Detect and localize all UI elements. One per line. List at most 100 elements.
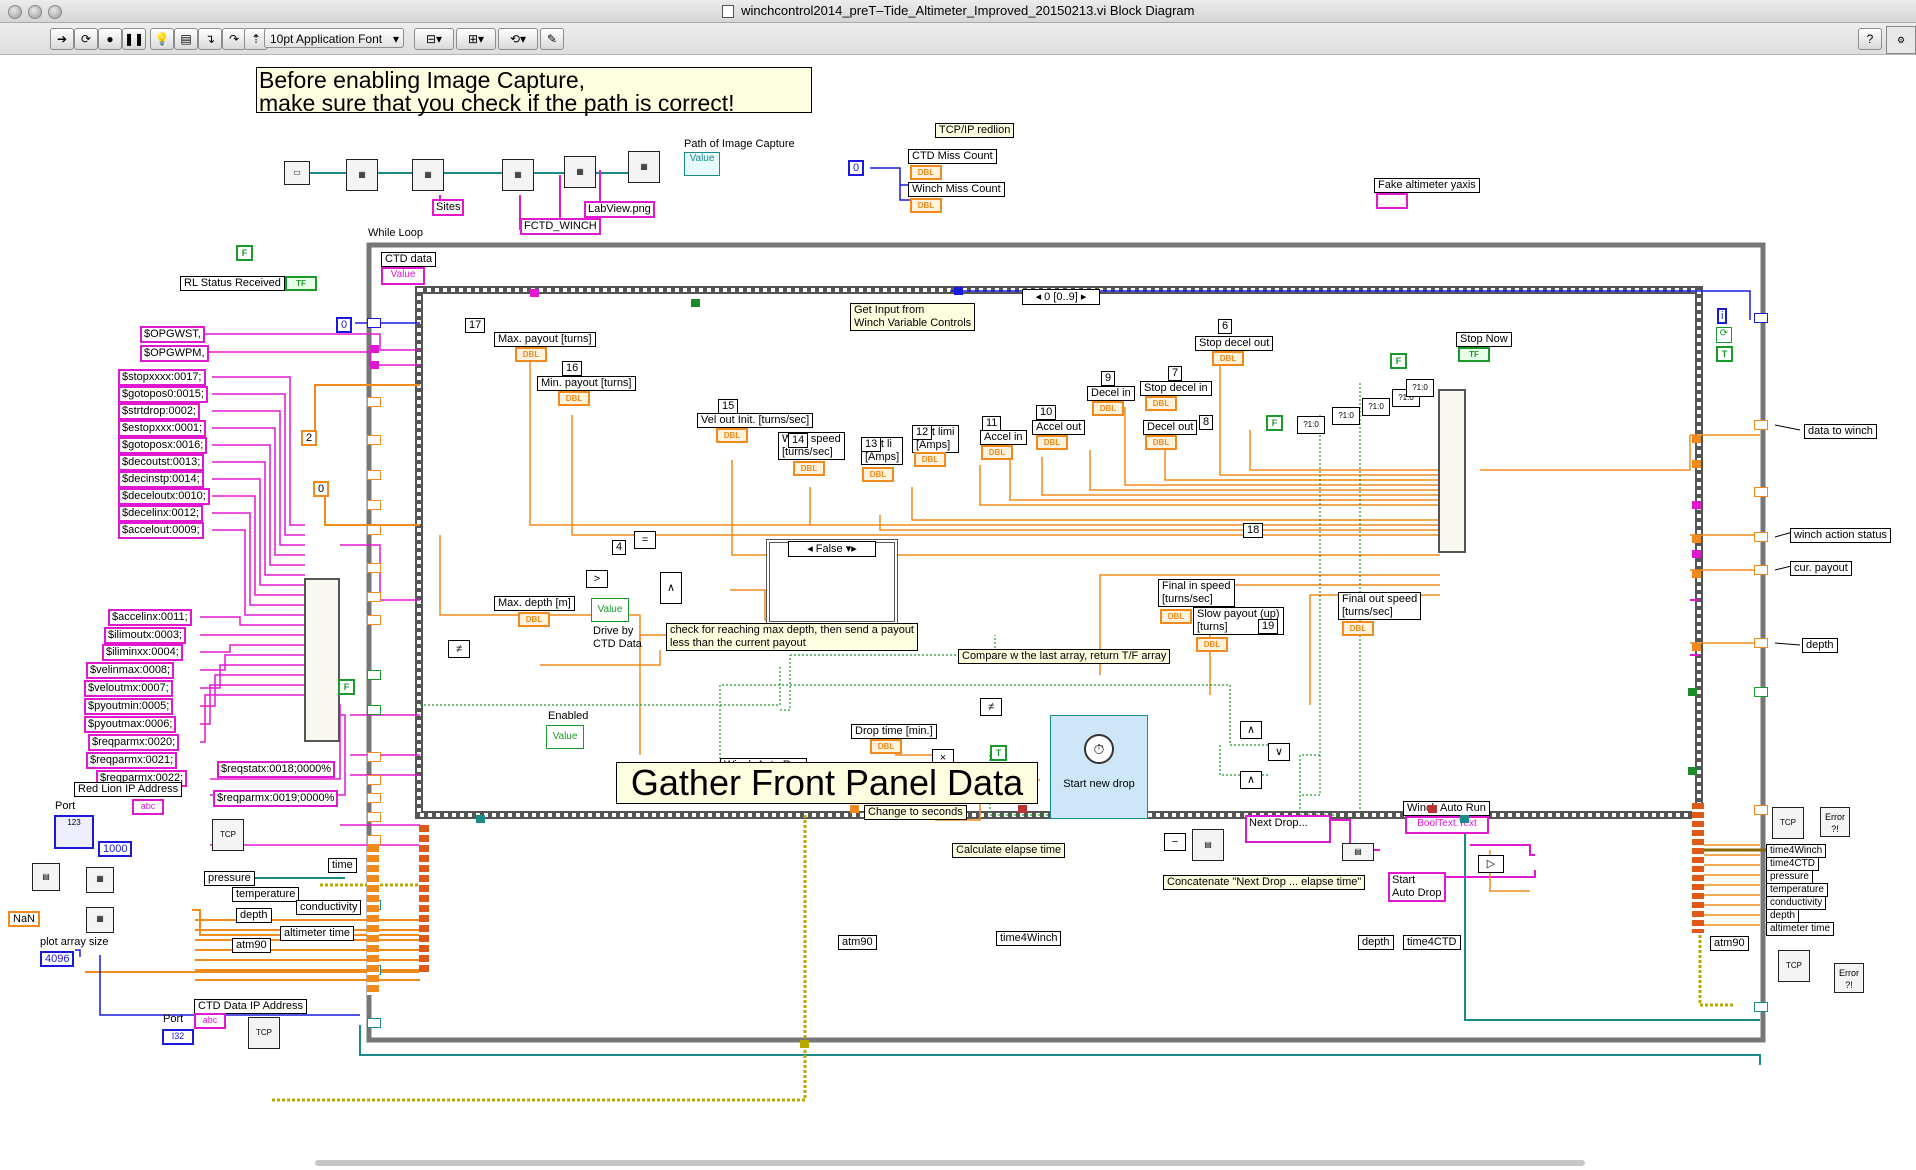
bool-to-01-node[interactable]: ?1:0	[1406, 379, 1434, 397]
cmd-reqparm19[interactable]: $reqparmx:0019;0000%	[213, 790, 339, 807]
shift-register[interactable]	[367, 525, 381, 535]
shift-register[interactable]	[367, 1018, 381, 1028]
right-shift-register[interactable]	[1754, 687, 1768, 697]
cmd-string[interactable]: $iliminxx:0004;	[102, 644, 183, 661]
initialize-array-node[interactable]: ▦	[86, 907, 114, 933]
cmd-string[interactable]: $reqparmx:0020;	[88, 734, 180, 751]
cmd-string[interactable]: $pyoutmin:0005;	[84, 698, 174, 715]
cmd-string[interactable]: $stopxxxx:0017;	[118, 369, 206, 386]
zero-constant-left[interactable]: 0	[336, 317, 353, 333]
nan-constant[interactable]: NaN	[8, 911, 41, 927]
concat-string-node[interactable]: ▤	[1342, 843, 1374, 861]
cmd-string[interactable]: $decelinx:0012;	[118, 505, 204, 522]
bool-to-01-node[interactable]: ?1:0	[1332, 407, 1360, 425]
zero-constant[interactable]: 0	[848, 160, 865, 176]
error-handler-node-2[interactable]: Error?!	[1834, 963, 1864, 993]
cmd-string[interactable]: $ilimoutx:0003;	[104, 627, 186, 644]
subtract-node[interactable]: −	[1164, 833, 1186, 851]
ctd-port-control[interactable]: I32	[162, 1029, 194, 1045]
loop-condition-icon[interactable]: ⟳	[1716, 327, 1732, 343]
cmd-string[interactable]: $pyoutmax:0006;	[84, 716, 177, 733]
zero-orange-constant[interactable]: 0	[313, 481, 330, 497]
build-path-node-2[interactable]: ▦	[412, 159, 444, 191]
and-node-2[interactable]: ∧	[1240, 771, 1262, 789]
path-image-capture-terminal[interactable]: Value	[684, 152, 720, 176]
shift-register[interactable]	[367, 318, 381, 328]
cmd-string[interactable]: $veloutmx:0007;	[84, 680, 173, 697]
shift-register[interactable]	[367, 705, 381, 715]
shift-register[interactable]	[367, 793, 381, 803]
close-window-button[interactable]	[8, 5, 22, 19]
equal-node[interactable]: =	[634, 531, 656, 549]
true-constant[interactable]: T	[990, 745, 1007, 761]
plot-size-constant[interactable]: 4096	[40, 951, 75, 967]
build-path-node-3[interactable]: ▦	[502, 159, 534, 191]
cmd-string[interactable]: $accelout:0009;	[118, 522, 204, 539]
cmd-opgwpm[interactable]: $OPGWPM,	[140, 345, 209, 362]
port-control[interactable]: 123	[54, 815, 94, 849]
cmd-string[interactable]: $velinmax:0008;	[86, 662, 175, 679]
build-array-winch-node[interactable]	[1438, 389, 1466, 553]
drive-ctd-value-node[interactable]: Value	[591, 598, 629, 622]
right-shift-register[interactable]	[1754, 313, 1768, 323]
bool-to-01-node[interactable]: ?1:0	[1362, 398, 1390, 416]
tcp-open-ctd-node[interactable]: TCP	[248, 1017, 280, 1049]
right-shift-register[interactable]	[1754, 1002, 1768, 1012]
retain-wire-values-icon[interactable]: ▤	[174, 28, 198, 50]
start-auto-drop-string[interactable]: Start Auto Drop	[1388, 872, 1446, 902]
step-over-icon[interactable]: ↷	[222, 28, 246, 50]
shift-register[interactable]	[367, 670, 381, 680]
align-objects-icon[interactable]: ⊟▾	[414, 28, 454, 50]
highlight-execution-icon[interactable]: 💡	[150, 28, 174, 50]
shift-register[interactable]	[367, 563, 381, 573]
right-shift-register[interactable]	[1754, 805, 1768, 815]
elapsed-time-express-vi[interactable]: ⏱ Start new drop	[1050, 715, 1148, 819]
true-constant-condition[interactable]: T	[1716, 346, 1733, 362]
cmd-string[interactable]: $gotoposx:0016;	[118, 437, 208, 454]
zoom-window-button[interactable]	[48, 5, 62, 19]
greater-node[interactable]: >	[586, 570, 608, 588]
context-help-icon[interactable]: ?	[1858, 28, 1882, 50]
sites-string-constant[interactable]: Sites	[432, 199, 465, 216]
labview-png-string-constant[interactable]: LabView.png	[584, 201, 655, 218]
clean-up-diagram-icon[interactable]: ✎	[540, 28, 564, 50]
red-lion-ip-control[interactable]: abc	[132, 799, 164, 815]
right-shift-register[interactable]	[1754, 565, 1768, 575]
false-constant-stop[interactable]: F	[1390, 353, 1407, 369]
not-equal-node-2[interactable]: ≠	[980, 698, 1002, 716]
abort-icon[interactable]: ●	[98, 28, 122, 50]
distribute-objects-icon[interactable]: ⊞▾	[456, 28, 496, 50]
cmd-opgwst[interactable]: $OPGWST,	[140, 326, 205, 343]
shift-register[interactable]	[367, 470, 381, 480]
select-node[interactable]: ▷	[1478, 855, 1504, 873]
reorder-icon[interactable]: ⟲▾	[498, 28, 538, 50]
build-path-node-4[interactable]: ▦	[564, 156, 596, 188]
right-shift-register[interactable]	[1754, 420, 1768, 430]
error-handler-node[interactable]: Error?!	[1820, 807, 1850, 837]
shift-register[interactable]	[367, 775, 381, 785]
shift-register[interactable]	[367, 812, 381, 822]
array-init-node[interactable]: ▦	[86, 867, 114, 893]
false-constant-bool[interactable]: F	[1266, 415, 1283, 431]
cmd-string[interactable]: $decoutst:0013;	[118, 454, 205, 471]
tcp-open-node[interactable]: TCP	[212, 819, 244, 851]
not-equal-node[interactable]: ≠	[448, 640, 470, 658]
minimize-window-button[interactable]	[28, 5, 42, 19]
cmd-string[interactable]: $gotopos0:0015;	[118, 386, 208, 403]
and-node-1[interactable]: ∧	[1240, 721, 1262, 739]
build-path-node-1[interactable]: ▦	[346, 159, 378, 191]
shift-register[interactable]	[367, 835, 381, 845]
shift-register[interactable]	[367, 592, 381, 602]
right-shift-register[interactable]	[1754, 532, 1768, 542]
next-drop-string-constant[interactable]: Next Drop...	[1245, 815, 1331, 843]
shift-register[interactable]	[367, 615, 381, 625]
pause-icon[interactable]: ❚❚	[122, 28, 146, 50]
vi-icon[interactable]: ⚙	[1886, 26, 1916, 54]
cmd-reqstatx[interactable]: $reqstatx:0018;0000%	[217, 761, 336, 778]
false-constant-loop[interactable]: F	[338, 679, 355, 695]
font-select[interactable]: 10pt Application Font ▾	[264, 28, 404, 48]
bool-to-01-node[interactable]: ?1:0	[1297, 416, 1325, 434]
case-selector[interactable]: ◂ False ▾▸	[788, 541, 876, 557]
tcp-write-node[interactable]: TCP	[1772, 807, 1804, 839]
horizontal-scrollbar[interactable]	[315, 1160, 1585, 1166]
